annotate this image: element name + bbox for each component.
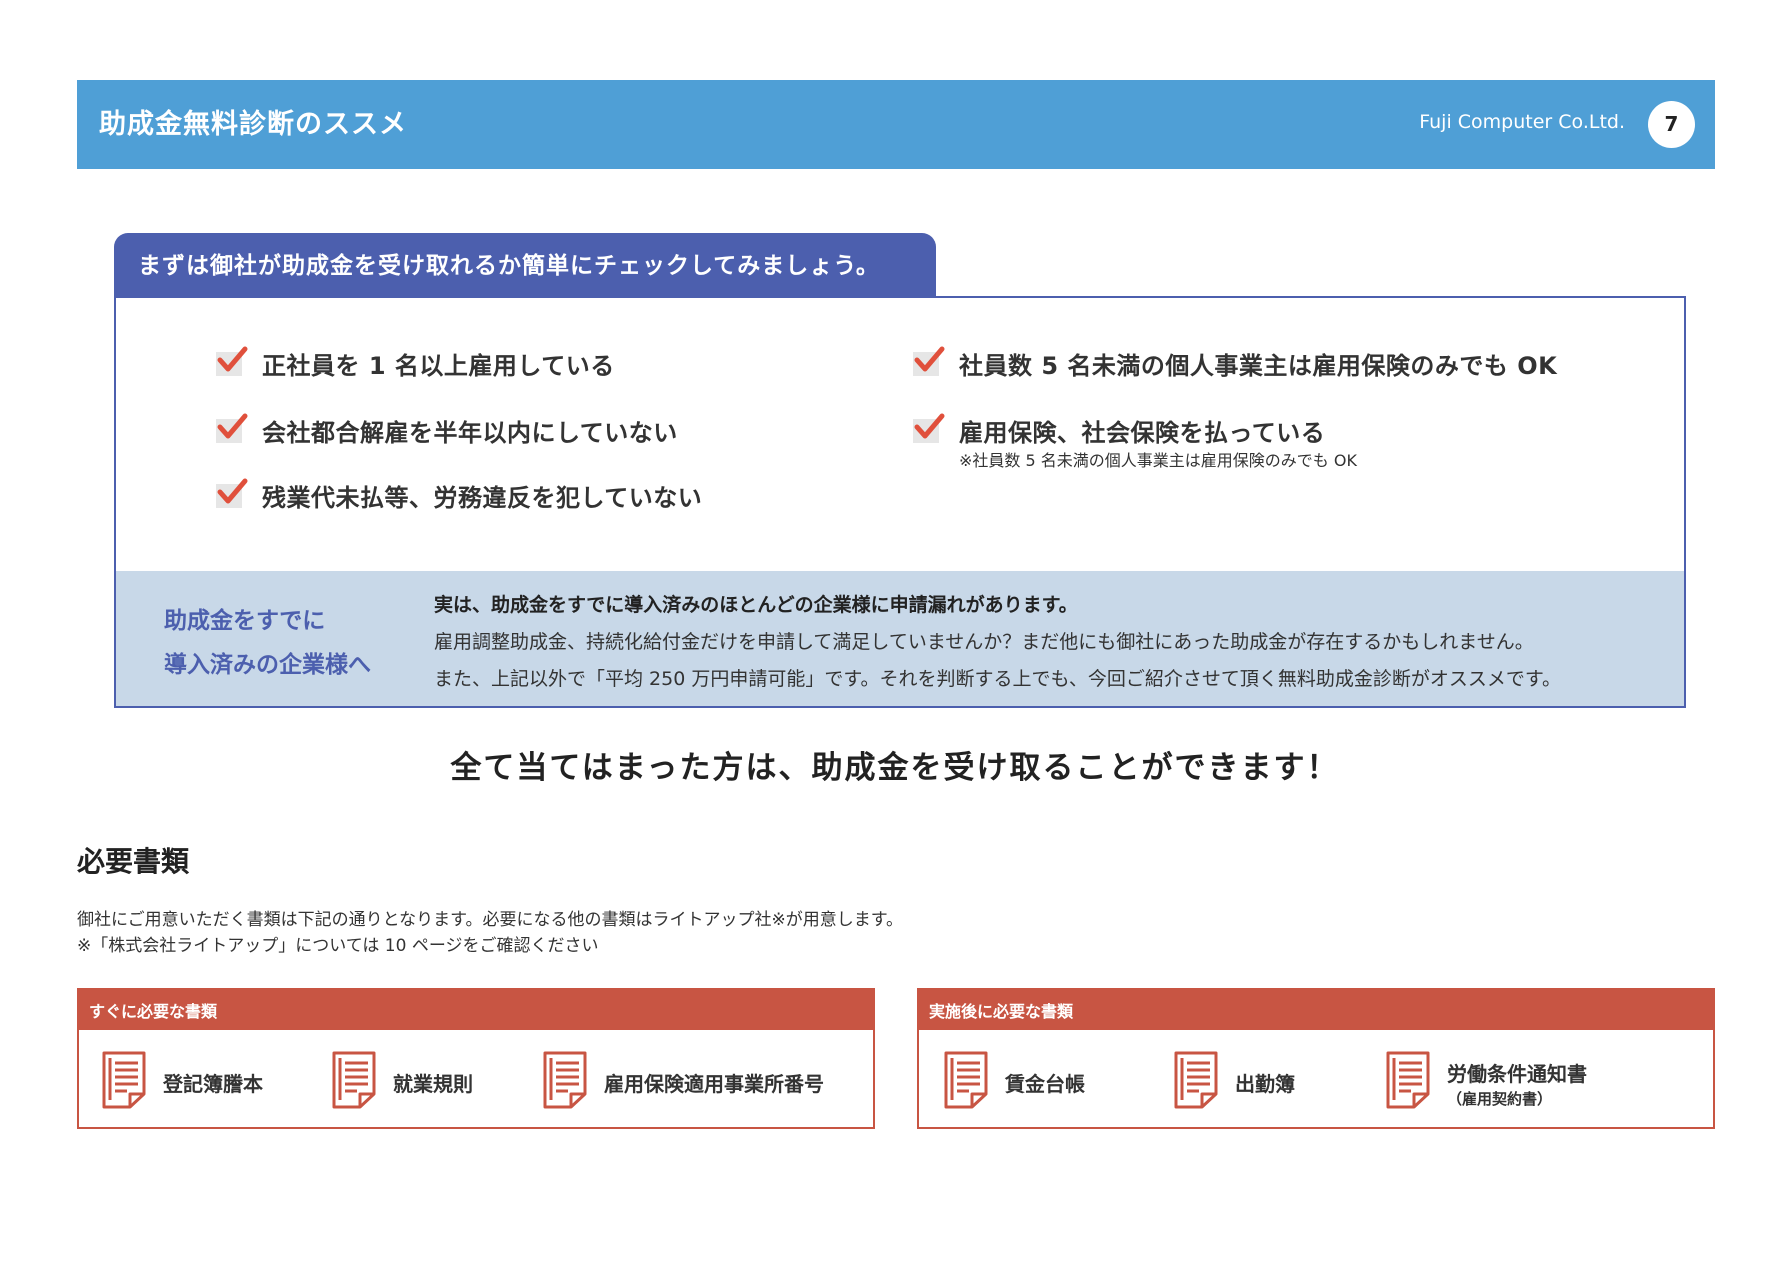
- after-docs-box: 実施後に必要な書類 賃金台帳 出勤簿 労働条件通知書 （雇用契約書）: [917, 988, 1715, 1129]
- company-name: Fuji Computer Co.Ltd.: [1419, 111, 1625, 133]
- checkmark-icon: [216, 413, 248, 443]
- docs-desc-line: ※「株式会社ライトアップ」については 10 ページをご確認ください: [77, 936, 599, 956]
- docs-title: 必要書類: [77, 845, 190, 878]
- doc-box-heading: すぐに必要な書類: [89, 1002, 218, 1021]
- doc-label: 出勤簿: [1235, 1072, 1295, 1096]
- docs-desc-line: 御社にご用意いただく書類は下記の通りとなります。必要になる他の書類はライトアップ…: [77, 910, 903, 930]
- info-heading-line: 導入済みの企業様へ: [164, 652, 371, 678]
- page-header: 助成金無料診断のススメ Fuji Computer Co.Ltd. 7: [77, 80, 1715, 169]
- document-icon: [332, 1051, 376, 1109]
- info-heading: 助成金をすでに 導入済みの企業様へ: [164, 599, 371, 687]
- info-line: 実は、助成金をすでに導入済みのほとんどの企業様に申請漏れがあります。: [434, 594, 1078, 616]
- info-line: 雇用調整助成金、持続化給付金だけを申請して満足していませんか？まだ他にも御社にあ…: [434, 631, 1534, 653]
- check-label: 社員数 5 名未満の個人事業主は雇用保険のみでも OK: [959, 352, 1558, 380]
- header-title: 助成金無料診断のススメ: [99, 109, 407, 140]
- info-heading-line: 助成金をすでに: [164, 608, 326, 634]
- document-icon: [1386, 1051, 1430, 1109]
- check-section-title: まずは御社が助成金を受け取れるか簡単にチェックしてみましょう。: [138, 253, 880, 279]
- checkmark-icon: [216, 478, 248, 508]
- checkmark-icon: [913, 346, 945, 376]
- document-icon: [944, 1051, 988, 1109]
- check-label: 会社都合解雇を半年以内にしていない: [262, 419, 678, 447]
- info-text: 実は、助成金をすでに導入済みのほとんどの企業様に申請漏れがあります。 雇用調整助…: [434, 587, 1561, 698]
- checkmark-icon: [216, 346, 248, 376]
- check-label: 正社員を 1 名以上雇用している: [262, 352, 615, 380]
- doc-box-header: 実施後に必要な書類: [919, 990, 1713, 1030]
- check-panel: 正社員を 1 名以上雇用している 会社都合解雇を半年以内にしていない 残業代未払…: [114, 296, 1686, 708]
- checkmark-icon: [913, 413, 945, 443]
- page-number: 7: [1648, 101, 1695, 148]
- document-icon: [102, 1051, 146, 1109]
- doc-box-header: すぐに必要な書類: [79, 990, 873, 1030]
- doc-label: 雇用保険適用事業所番号: [604, 1072, 824, 1096]
- document-icon: [1174, 1051, 1218, 1109]
- docs-description: 御社にご用意いただく書類は下記の通りとなります。必要になる他の書類はライトアップ…: [77, 907, 903, 959]
- existing-users-info: 助成金をすでに 導入済みの企業様へ 実は、助成金をすでに導入済みのほとんどの企業…: [116, 571, 1684, 706]
- check-section-tab: まずは御社が助成金を受け取れるか簡単にチェックしてみましょう。: [114, 233, 936, 297]
- doc-sublabel: （雇用契約書）: [1447, 1090, 1553, 1108]
- document-icon: [543, 1051, 587, 1109]
- check-label: 雇用保険、社会保険を払っている: [959, 419, 1326, 447]
- info-line: また、上記以外で「平均 250 万円申請可能」です。それを判断する上でも、今回ご…: [434, 668, 1561, 690]
- immediate-docs-box: すぐに必要な書類 登記簿謄本 就業規則 雇用保険適用事業所番号: [77, 988, 875, 1129]
- doc-label: 賃金台帳: [1005, 1072, 1085, 1096]
- doc-label: 登記簿謄本: [163, 1072, 263, 1096]
- check-note: ※社員数 5 名未満の個人事業主は雇用保険のみでも OK: [959, 451, 1357, 470]
- doc-label: 就業規則: [393, 1072, 473, 1096]
- check-label: 残業代未払等、労務違反を犯していない: [262, 484, 703, 512]
- doc-box-heading: 実施後に必要な書類: [929, 1002, 1074, 1021]
- eligibility-statement: 全て当てはまった方は、助成金を受け取ることができます！: [450, 750, 1340, 786]
- doc-label: 労働条件通知書: [1447, 1062, 1587, 1086]
